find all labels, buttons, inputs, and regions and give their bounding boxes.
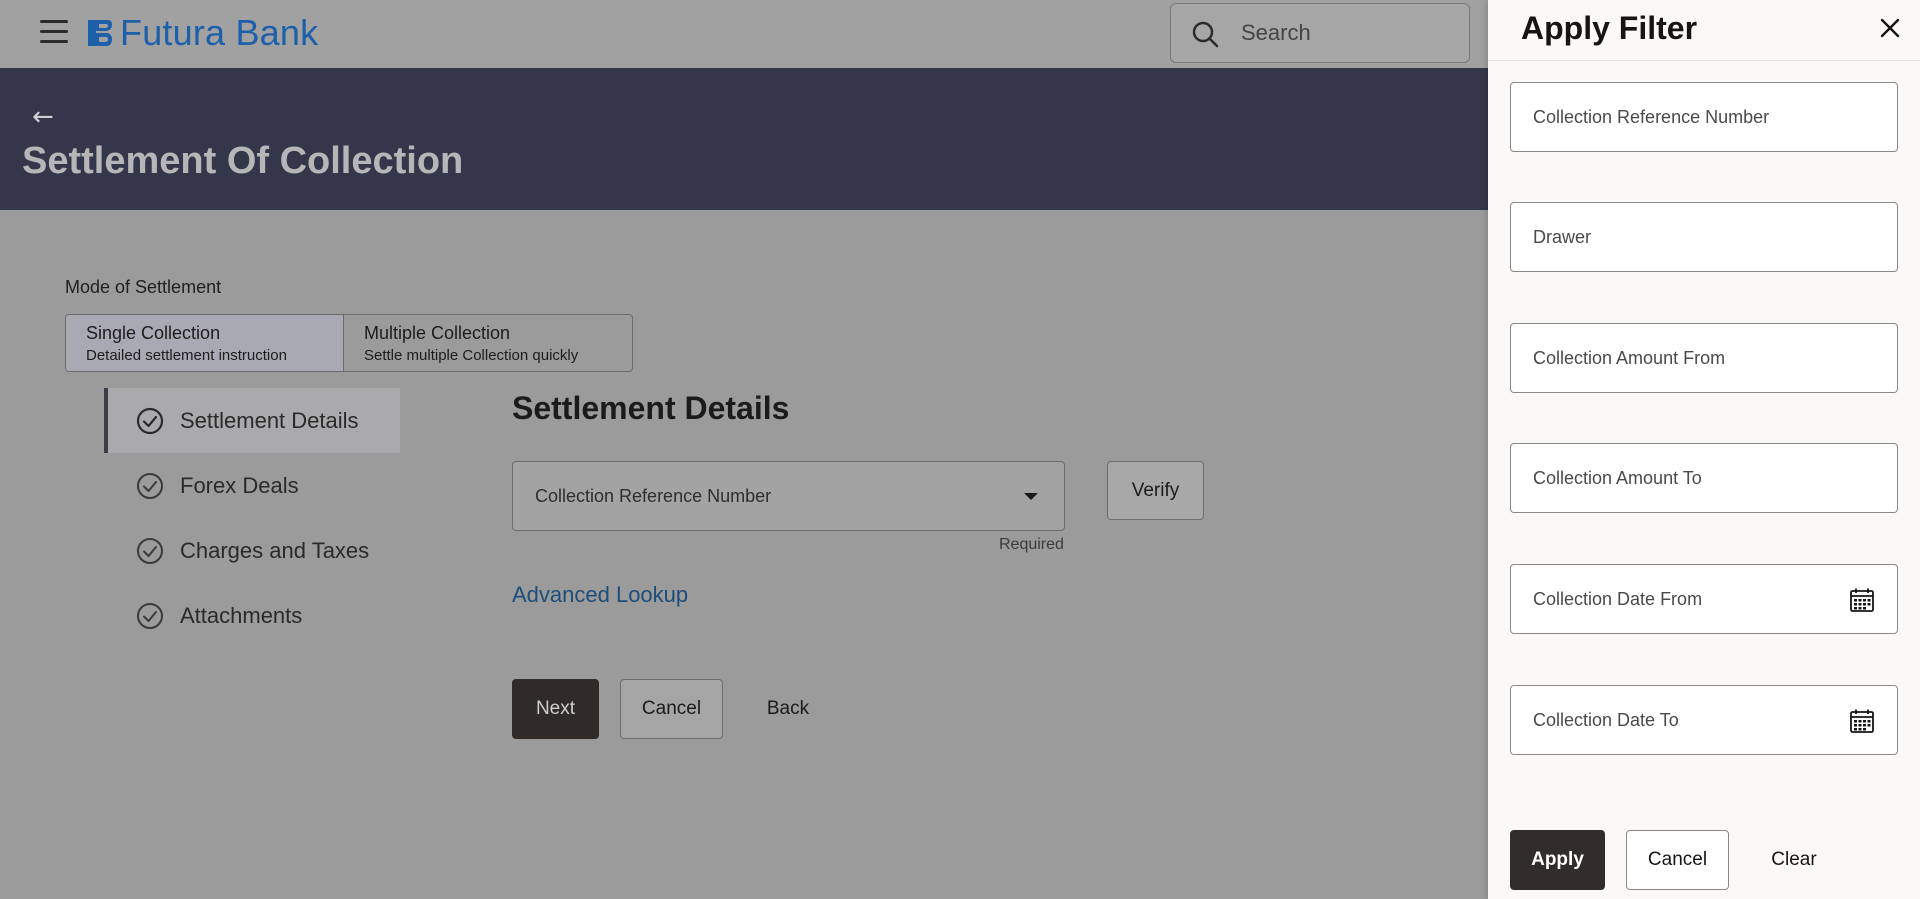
check-circle-icon [136, 407, 164, 434]
calendar-icon[interactable] [1849, 587, 1875, 613]
collection-date-to-input[interactable] [1511, 686, 1897, 754]
check-circle-icon [137, 602, 163, 629]
global-search[interactable] [1170, 3, 1470, 63]
step-settlement-details[interactable]: Settlement Details [104, 388, 400, 453]
step-navigation: Settlement Details Forex Deals Charges a… [104, 388, 400, 648]
collection-amount-from-input[interactable] [1511, 324, 1897, 392]
search-input[interactable] [1241, 4, 1461, 62]
clear-button[interactable]: Clear [1746, 830, 1842, 890]
drawer-field[interactable] [1510, 202, 1898, 272]
check-circle-icon [137, 537, 163, 564]
mode-of-settlement-toggle: Single Collection Detailed settlement in… [65, 314, 633, 372]
hamburger-menu-icon[interactable] [40, 20, 68, 44]
collection-reference-placeholder: Collection Reference Number [535, 486, 772, 506]
back-button[interactable]: Back [740, 679, 836, 739]
back-arrow-icon[interactable]: ← [32, 102, 54, 132]
caret-down-icon [1024, 493, 1038, 500]
check-circle-icon [137, 472, 163, 499]
next-button[interactable]: Next [512, 679, 599, 739]
section-title: Settlement Details [512, 390, 790, 426]
step-attachments[interactable]: Attachments [104, 583, 400, 648]
verify-button[interactable]: Verify [1107, 461, 1204, 520]
brand-name: Futura Bank [120, 12, 319, 53]
collection-date-to-field[interactable] [1510, 685, 1898, 755]
apply-button[interactable]: Apply [1510, 830, 1605, 890]
drawer-divider [1488, 60, 1920, 61]
advanced-lookup-link[interactable]: Advanced Lookup [512, 582, 688, 608]
drawer-input[interactable] [1511, 203, 1897, 271]
required-hint: Required [999, 536, 1064, 553]
step-label: Forex Deals [180, 472, 299, 498]
close-icon[interactable] [1876, 14, 1904, 42]
page-title: Settlement Of Collection [22, 140, 464, 182]
collection-amount-to-input[interactable] [1511, 444, 1897, 512]
collection-amount-from-field[interactable] [1510, 323, 1898, 393]
drawer-title: Apply Filter [1521, 10, 1698, 46]
search-icon [1192, 21, 1219, 48]
step-forex-deals[interactable]: Forex Deals [104, 453, 400, 518]
futura-bank-logo-icon [88, 20, 112, 46]
step-label: Settlement Details [180, 407, 359, 433]
mode-option-title: Multiple Collection [364, 323, 511, 343]
collection-date-from-field[interactable] [1510, 564, 1898, 634]
collection-date-from-input[interactable] [1511, 565, 1897, 633]
collection-reference-number-input[interactable] [1511, 83, 1897, 151]
mode-option-multiple-collection[interactable]: Multiple Collection Settle multiple Coll… [344, 315, 632, 371]
mode-option-subtitle: Detailed settlement instruction [86, 347, 287, 364]
mode-option-single-collection[interactable]: Single Collection Detailed settlement in… [66, 315, 344, 371]
filter-cancel-button[interactable]: Cancel [1626, 830, 1729, 890]
step-charges-and-taxes[interactable]: Charges and Taxes [104, 518, 400, 583]
collection-amount-to-field[interactable] [1510, 443, 1898, 513]
cancel-button[interactable]: Cancel [620, 679, 723, 739]
step-label: Attachments [180, 602, 303, 628]
apply-filter-drawer: Apply Filter Collection Reference Number… [1488, 0, 1920, 899]
mode-option-title: Single Collection [86, 323, 221, 343]
step-label: Charges and Taxes [180, 537, 370, 563]
mode-option-subtitle: Settle multiple Collection quickly [364, 347, 579, 364]
collection-reference-select[interactable]: Collection Reference Number [512, 461, 1065, 531]
calendar-icon[interactable] [1849, 708, 1875, 734]
mode-of-settlement-label: Mode of Settlement [65, 277, 222, 297]
collection-reference-number-field[interactable] [1510, 82, 1898, 152]
brand-logo[interactable]: Futura Bank [82, 12, 318, 54]
